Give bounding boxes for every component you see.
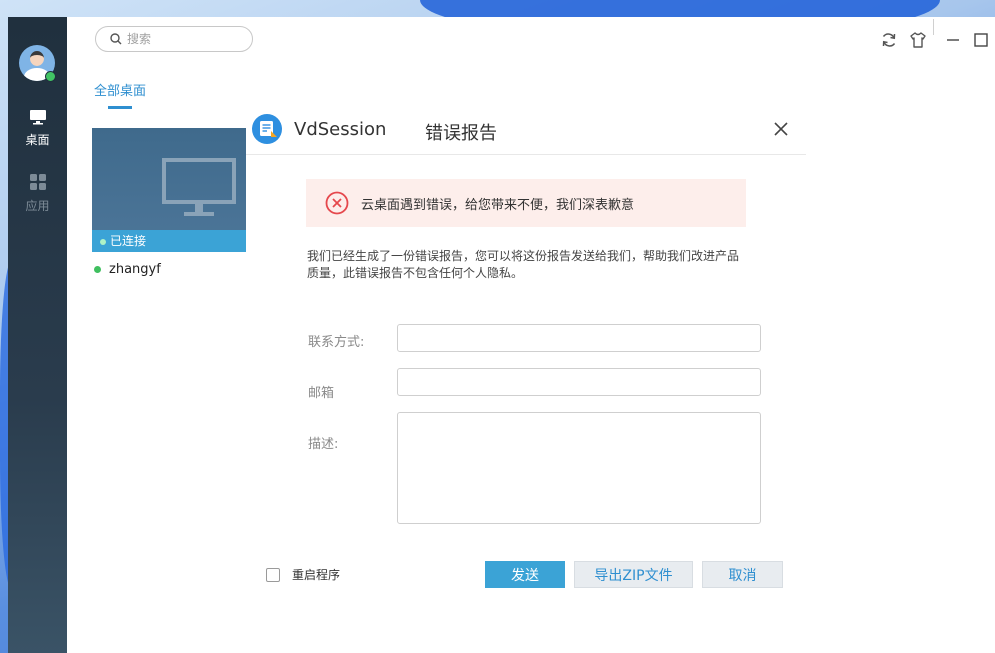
error-circle-x-icon [325,191,349,215]
search-icon [110,33,122,45]
contact-field[interactable] [397,324,761,352]
cancel-button[interactable]: 取消 [702,561,783,588]
minimize-icon[interactable] [943,30,963,50]
sidebar-item-apps[interactable]: 应用 [8,173,67,214]
avatar-head [30,51,44,66]
description-field[interactable] [397,412,761,524]
tab-underline [108,106,132,109]
desktop-user-name: zhangyf [109,262,161,277]
refresh-icon[interactable] [879,30,899,50]
dialog-app-name: VdSession [294,119,387,140]
contact-label: 联系方式: [308,335,365,350]
toolbar-separator [933,19,934,35]
maximize-icon[interactable] [971,30,991,50]
sidebar: 桌面 应用 [8,17,67,653]
monitor-large-icon [162,158,236,216]
skin-shirt-icon[interactable] [908,30,928,50]
restart-label: 重启程序 [292,568,341,582]
desktop-card[interactable]: 已连接 [92,128,246,252]
error-banner: 云桌面遇到错误，给您带来不便，我们深表歉意 [306,179,746,227]
restart-checkbox[interactable] [266,567,280,582]
desktop-status-bar: 已连接 [92,230,246,252]
desktop-status: 已连接 [110,234,147,248]
online-status-dot [45,71,56,82]
sidebar-item-label: 桌面 [25,133,50,147]
email-label: 邮箱 [308,386,335,401]
dialog-header: VdSession 错误报告 [246,101,806,155]
sidebar-item-label: 应用 [25,199,50,213]
report-description: 我们已经生成了一份错误报告，您可以将这份报告发送给我们，帮助我们改进产品质量，此… [307,249,740,280]
tab-all-desktops[interactable]: 全部桌面 [94,80,146,99]
error-message: 云桌面遇到错误，给您带来不便，我们深表歉意 [361,197,635,213]
description-label: 描述: [308,437,339,452]
search-input[interactable] [125,31,249,47]
connected-dot-icon [100,238,106,245]
export-zip-button[interactable]: 导出ZIP文件 [574,561,693,588]
search-box [95,26,253,52]
dialog-title: 错误报告 [425,123,497,144]
apps-grid-icon [29,174,46,190]
close-icon[interactable] [773,121,789,137]
error-report-dialog: VdSession 错误报告 云桌面遇到错误，给您带来不便，我们深表歉意 我们已… [246,101,806,653]
monitor-icon [29,110,46,125]
send-button[interactable]: 发送 [485,561,565,588]
restart-option[interactable]: 重启程序 [266,566,340,583]
vdsession-logo-icon [252,114,282,144]
email-field[interactable] [397,368,761,396]
desktop-user: zhangyf [94,262,161,277]
app-window: 桌面 应用 全部桌面 [8,17,995,653]
online-dot-icon [94,266,101,273]
sidebar-item-desktop[interactable]: 桌面 [8,109,67,148]
